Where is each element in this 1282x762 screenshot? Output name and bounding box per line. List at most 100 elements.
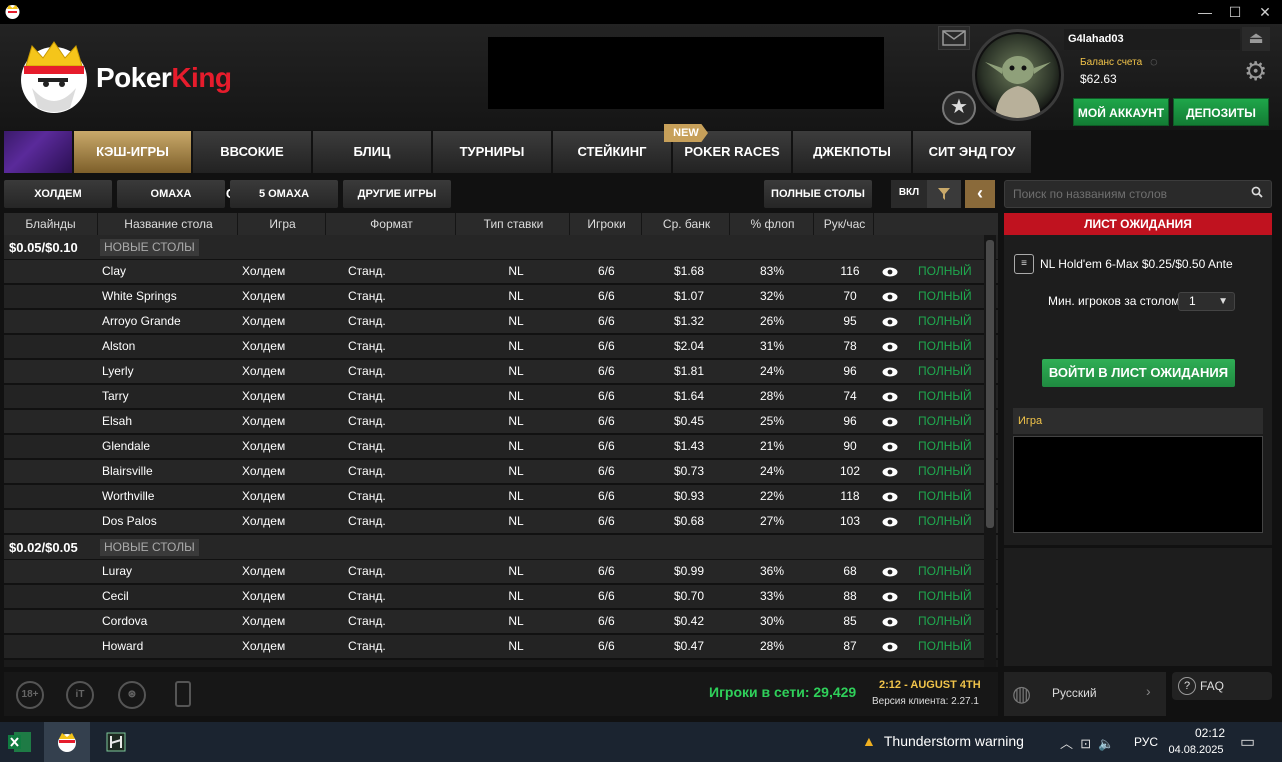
itech-labs-icon[interactable]: iT	[66, 681, 94, 709]
close-button[interactable]: ✕	[1252, 2, 1278, 22]
promo-banner[interactable]	[488, 37, 884, 109]
subtab-holdem[interactable]: ХОЛДЕМ	[4, 180, 112, 208]
observe-eye-icon[interactable]	[880, 585, 900, 609]
meet-icon[interactable]: ⊡	[1080, 736, 1091, 751]
join-waitlist-button[interactable]: ВОЙТИ В ЛИСТ ОЖИДАНИЯ	[1042, 359, 1235, 387]
new-tables-tag[interactable]: НОВЫЕ СТОЛЫ	[100, 539, 199, 556]
observe-eye-icon[interactable]	[880, 285, 900, 309]
game-type: Холдем	[242, 489, 286, 503]
observe-eye-icon[interactable]	[880, 385, 900, 409]
filter-icon[interactable]	[927, 180, 961, 208]
maximize-button[interactable]: ☐	[1222, 2, 1248, 22]
collapse-panel-button[interactable]: ‹	[965, 180, 995, 208]
age-18-icon[interactable]: 18+	[16, 681, 44, 709]
seal-icon[interactable]: ⊛	[118, 681, 146, 709]
avatar[interactable]	[972, 29, 1064, 121]
faq-button[interactable]: ? FAQ	[1172, 672, 1272, 700]
vip-star-icon[interactable]: ★	[942, 91, 976, 125]
table-row[interactable]: Lyerly Холдем Станд. NL 6/6 $1.81 24% 96 ПОЛНЫЙ	[4, 360, 998, 385]
table-row[interactable]: Worthville Холдем Станд. NL 6/6 $0.93 22% 118 ПО…	[4, 485, 998, 510]
tab-sit-and-go[interactable]: СИТ ЭНД ГОУ	[913, 131, 1032, 173]
observe-eye-icon[interactable]	[880, 610, 900, 634]
subtab-other-games[interactable]: ДРУГИЕ ИГРЫ	[343, 180, 451, 208]
table-name: Alston	[102, 339, 136, 353]
observe-eye-icon[interactable]	[880, 510, 900, 534]
full-tables-switch[interactable]: ВКЛ	[891, 180, 927, 208]
observe-eye-icon[interactable]	[880, 435, 900, 459]
stakes-group-header[interactable]: $0.02/$0.05 НОВЫЕ СТОЛЫ	[4, 535, 998, 560]
table-row[interactable]: Blairsville Холдем Станд. NL 6/6 $0.73 24% 102 П…	[4, 460, 998, 485]
excel-taskbar-icon[interactable]	[0, 722, 40, 762]
minimize-button[interactable]: —	[1192, 2, 1218, 22]
my-account-button[interactable]: МОЙ АККАУНТ	[1073, 98, 1169, 126]
keyboard-language[interactable]: РУС	[1134, 735, 1158, 749]
col-hands-per-hour[interactable]: Рук/час	[816, 213, 874, 235]
table-row[interactable]: Dos Palos Холдем Станд. NL 6/6 $0.68 27% 103 ПОЛ…	[4, 510, 998, 535]
subtab-omaha[interactable]: ОМАХА	[117, 180, 225, 208]
mail-icon[interactable]	[938, 26, 970, 50]
observe-eye-icon[interactable]	[880, 360, 900, 384]
col-bet-type[interactable]: Тип ставки	[458, 213, 570, 235]
table-row[interactable]: Alston Холдем Станд. NL 6/6 $2.04 31% 78 ПОЛНЫЙ	[4, 335, 998, 360]
bet-type: NL	[508, 364, 524, 378]
app-taskbar-icon[interactable]	[96, 722, 136, 762]
full-tables-toggle[interactable]: ПОЛНЫЕ СТОЛЫ	[764, 180, 872, 208]
table-row[interactable]: Elsah Холдем Станд. NL 6/6 $0.45 25% 96 ПОЛНЫЙ	[4, 410, 998, 435]
col-flop-percent[interactable]: % флоп	[732, 213, 814, 235]
mobile-icon[interactable]	[175, 681, 191, 707]
deposits-button[interactable]: ДЕПОЗИТЫ	[1173, 98, 1269, 126]
pokerking-taskbar-icon[interactable]	[44, 722, 90, 762]
system-tray[interactable]: ︿ ⊡ 🔈	[1060, 733, 1115, 752]
search-box[interactable]	[1004, 180, 1272, 208]
hide-balance-icon[interactable]: ◌	[1150, 54, 1158, 69]
search-input[interactable]	[1013, 181, 1243, 207]
table-row[interactable]: Clay Холдем Станд. NL 6/6 $1.68 83% 116 ПОЛНЫЙ	[4, 260, 998, 285]
notifications-icon[interactable]: ▭	[1240, 732, 1255, 752]
table-row[interactable]: Arroyo Grande Холдем Станд. NL 6/6 $1.32 26% 95…	[4, 310, 998, 335]
subtab-5-omaha[interactable]: 5 ОМАХА	[230, 180, 338, 208]
observe-eye-icon[interactable]	[880, 560, 900, 584]
tab-jackpots[interactable]: ДЖЕКПОТЫ	[793, 131, 912, 173]
observe-eye-icon[interactable]	[880, 460, 900, 484]
tab-high-stakes[interactable]: ВВСОКИЕ СТАВКИ	[193, 131, 312, 201]
observe-eye-icon[interactable]	[880, 410, 900, 434]
stakes-group-header[interactable]: $0.05/$0.10 НОВЫЕ СТОЛЫ	[4, 235, 998, 260]
new-tables-tag[interactable]: НОВЫЕ СТОЛЫ	[100, 239, 199, 256]
observe-eye-icon[interactable]	[880, 260, 900, 284]
col-players[interactable]: Игроки	[572, 213, 642, 235]
taskbar-date[interactable]: 04.08.2025	[1166, 744, 1226, 756]
tab-tournaments[interactable]: ТУРНИРЫ	[433, 131, 552, 173]
col-table-name[interactable]: Название стола	[100, 213, 238, 235]
observe-eye-icon[interactable]	[880, 310, 900, 334]
weather-widget[interactable]: ▲ Thunderstorm warning	[862, 733, 1024, 749]
table-row[interactable]: Howard Холдем Станд. NL 6/6 $0.47 28% 87 ПОЛНЫЙ	[4, 635, 998, 660]
observe-eye-icon[interactable]	[880, 335, 900, 359]
tab-staking[interactable]: СТЕЙКИНГ	[553, 131, 672, 173]
tab-blitz[interactable]: БЛИЦ	[313, 131, 432, 173]
search-icon[interactable]	[1251, 186, 1263, 201]
pokerking-app-icon	[5, 5, 20, 19]
language-selector[interactable]: ◍ Русский ›	[1004, 672, 1166, 716]
speaker-icon[interactable]: 🔈	[1098, 736, 1114, 751]
observe-eye-icon[interactable]	[880, 635, 900, 659]
promo-tab-image[interactable]	[4, 131, 72, 173]
logout-icon[interactable]: ⏏	[1242, 27, 1270, 51]
table-row[interactable]: Cordova Холдем Станд. NL 6/6 $0.42 30% 85 ПОЛНЫЙ	[4, 610, 998, 635]
table-row[interactable]: Luray Холдем Станд. NL 6/6 $0.99 36% 68 ПОЛНЫЙ	[4, 560, 998, 585]
gear-icon[interactable]: ⚙	[1244, 56, 1267, 87]
observe-eye-icon[interactable]	[880, 485, 900, 509]
col-avg-pot[interactable]: Ср. банк	[644, 213, 730, 235]
chevron-up-icon[interactable]: ︿	[1060, 736, 1073, 751]
col-format[interactable]: Формат	[328, 213, 456, 235]
bet-type: NL	[508, 314, 524, 328]
tab-cash-games[interactable]: КЭШ-ИГРЫ	[74, 131, 192, 173]
min-players-select[interactable]: 1 ▼	[1178, 292, 1235, 311]
table-row[interactable]: White Springs Холдем Станд. NL 6/6 $1.07 32% 70…	[4, 285, 998, 310]
table-row[interactable]: Glendale Холдем Станд. NL 6/6 $1.43 21% 90 ПОЛНЫ…	[4, 435, 998, 460]
table-row[interactable]: Cecil Холдем Станд. NL 6/6 $0.70 33% 88 ПОЛНЫЙ	[4, 585, 998, 610]
table-row[interactable]: Tarry Холдем Станд. NL 6/6 $1.64 28% 74 ПОЛНЫЙ	[4, 385, 998, 410]
table-scrollbar-thumb[interactable]	[986, 240, 994, 528]
taskbar-time[interactable]: 02:12	[1180, 726, 1240, 740]
col-blinds[interactable]: Блайнды	[4, 213, 98, 235]
col-game[interactable]: Игра	[240, 213, 326, 235]
